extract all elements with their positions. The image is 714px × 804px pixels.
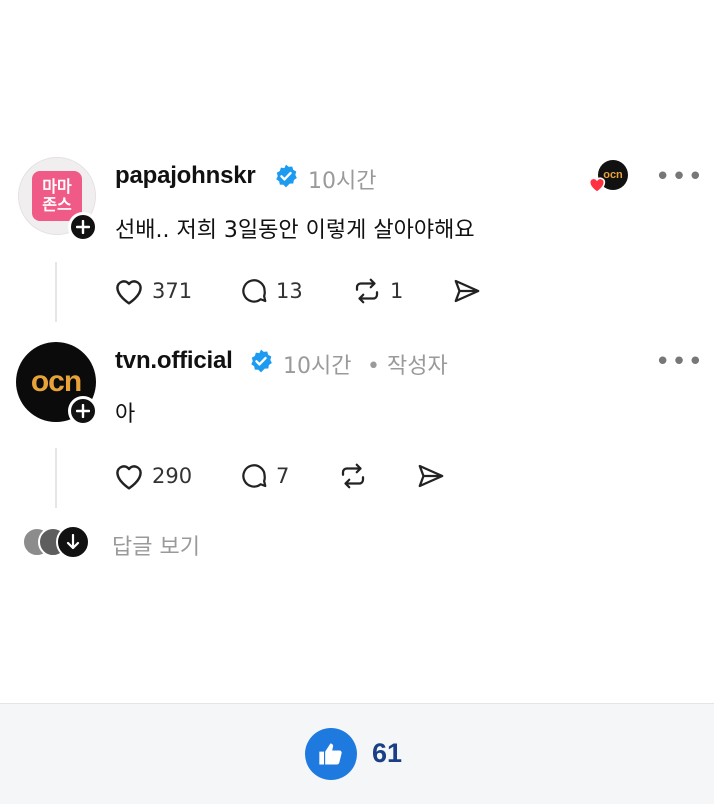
post-time: 10시간 (283, 354, 352, 379)
view-replies-label[interactable]: 답글 보기 (112, 529, 200, 561)
avatar-tvn-official[interactable]: ocn (16, 342, 98, 426)
send-icon (418, 464, 444, 488)
like-button[interactable]: 371 (112, 276, 192, 306)
heart-icon (116, 280, 142, 305)
reply-count: 13 (276, 279, 303, 303)
like-reaction-button[interactable] (305, 728, 357, 780)
verified-badge-icon (248, 348, 274, 378)
share-button[interactable] (450, 276, 484, 306)
author-tag: • 작성자 (367, 354, 448, 379)
thumbs-up-icon (319, 743, 342, 765)
verified-badge-icon (273, 163, 299, 193)
follow-plus-button[interactable] (68, 396, 98, 426)
post-text: 아 (115, 402, 136, 427)
more-options-icon[interactable]: ••• (655, 349, 704, 375)
post-text: 선배.. 저희 3일동안 이렇게 살아야해요 (115, 218, 475, 243)
heart-icon (116, 465, 142, 490)
reaction-footer: 61 (0, 703, 714, 804)
post-time: 10시간 (308, 169, 377, 194)
follow-plus-button[interactable] (68, 212, 98, 242)
plus-icon (76, 404, 90, 418)
avatar-papajohnskr[interactable]: 마마 존스 (18, 157, 98, 242)
reply-count: 7 (276, 464, 290, 488)
like-count: 371 (152, 279, 193, 303)
like-count: 290 (152, 464, 193, 488)
reply-button[interactable]: 13 (238, 276, 303, 306)
send-icon (454, 279, 480, 303)
ocn-logo-text: ocn (30, 365, 82, 398)
post-username[interactable]: tvn.official (115, 347, 233, 375)
footer-like-count: 61 (372, 738, 403, 768)
like-button[interactable]: 290 (112, 461, 192, 491)
expand-replies-button[interactable] (56, 525, 90, 559)
repost-icon (341, 463, 365, 489)
arrow-down-icon (66, 534, 80, 550)
repost-button[interactable]: 1 (350, 276, 403, 306)
more-options-icon[interactable]: ••• (655, 164, 704, 190)
reply-button[interactable]: 7 (238, 461, 289, 491)
repost-button[interactable] (336, 461, 370, 491)
comment-icon (242, 279, 267, 303)
plus-icon (76, 220, 90, 234)
thread-line (55, 262, 57, 322)
repost-count: 1 (390, 279, 404, 303)
heart-badge-icon (587, 175, 607, 197)
view-replies-row[interactable]: 답글 보기 (22, 525, 262, 561)
comment-icon (242, 464, 267, 488)
thread-line (55, 448, 57, 508)
post-username[interactable]: papajohnskr (115, 162, 256, 190)
repost-icon (355, 278, 379, 304)
logo-text-top: 마마 (42, 177, 72, 196)
share-button[interactable] (414, 461, 448, 491)
logo-text-bottom: 존스 (42, 195, 72, 214)
